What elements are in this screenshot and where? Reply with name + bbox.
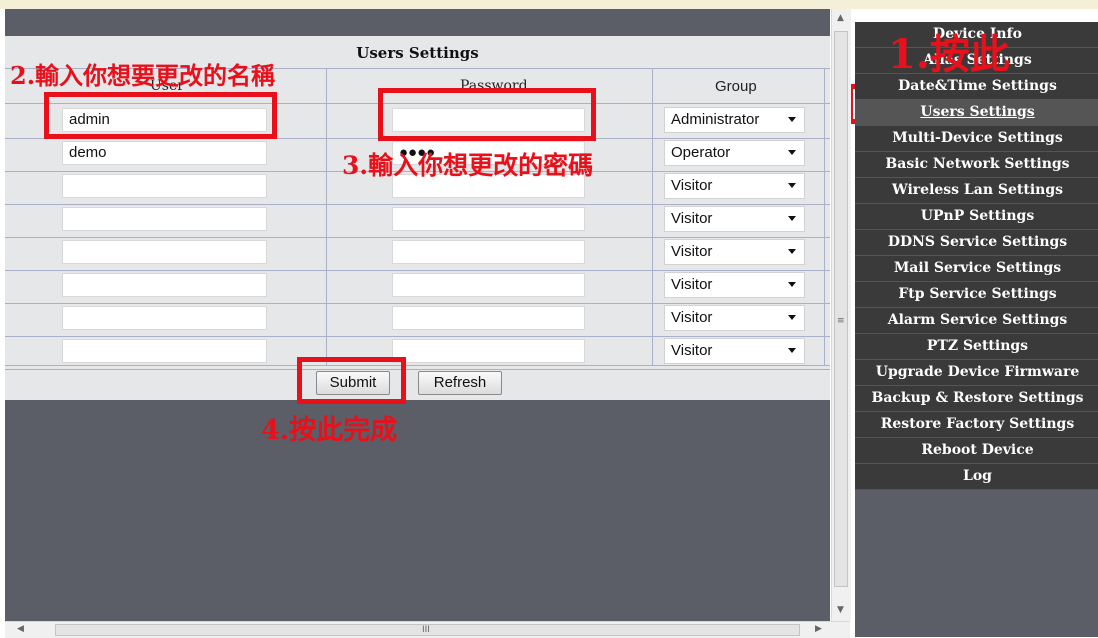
menu-item[interactable]: PTZ Settings xyxy=(855,334,1098,360)
group-select[interactable]: Visitor xyxy=(664,239,805,265)
scroll-right-icon[interactable]: ▶ xyxy=(815,624,822,634)
group-select-value: Operator xyxy=(671,144,731,161)
user-input[interactable] xyxy=(62,174,267,198)
annotation-step4: 4.按此完成 xyxy=(261,415,398,446)
scroll-left-icon[interactable]: ◀ xyxy=(17,624,24,634)
annotation-box-user xyxy=(44,92,277,139)
menu-item[interactable]: Basic Network Settings xyxy=(855,152,1098,178)
group-column-header: Group xyxy=(715,78,757,95)
group-select-value: Visitor xyxy=(671,276,713,293)
group-select-value: Visitor xyxy=(671,177,713,194)
horizontal-scrollbar[interactable]: ◀ III ▶ xyxy=(5,621,850,638)
menu-item[interactable]: UPnP Settings xyxy=(855,204,1098,230)
menu-item[interactable]: DDNS Service Settings xyxy=(855,230,1098,256)
menu-item[interactable]: Multi-Device Settings xyxy=(855,126,1098,152)
user-input[interactable]: demo xyxy=(62,141,267,165)
password-input[interactable] xyxy=(392,207,585,231)
top-strip xyxy=(0,0,1098,9)
group-select[interactable]: Operator xyxy=(664,140,805,166)
group-select-value: Visitor xyxy=(671,309,713,326)
row-divider xyxy=(5,303,830,304)
password-input[interactable] xyxy=(392,306,585,330)
group-select-value: Visitor xyxy=(671,243,713,260)
menu-item[interactable]: Restore Factory Settings xyxy=(855,412,1098,438)
user-input[interactable] xyxy=(62,306,267,330)
row-divider xyxy=(5,336,830,337)
chevron-down-icon xyxy=(788,150,796,155)
password-input[interactable] xyxy=(392,339,585,363)
menu-background xyxy=(855,490,1098,637)
divider xyxy=(824,69,825,365)
refresh-button[interactable]: Refresh xyxy=(418,371,502,395)
chevron-down-icon xyxy=(788,348,796,353)
group-select-value: Visitor xyxy=(671,210,713,227)
group-select[interactable]: Administrator xyxy=(664,107,805,133)
menu-item[interactable]: Ftp Service Settings xyxy=(855,282,1098,308)
horizontal-scroll-thumb[interactable]: III xyxy=(55,624,800,636)
menu-item[interactable]: Backup & Restore Settings xyxy=(855,386,1098,412)
row-divider xyxy=(5,270,830,271)
divider xyxy=(326,69,327,365)
user-input[interactable] xyxy=(62,207,267,231)
group-select[interactable]: Visitor xyxy=(664,272,805,298)
menu-item[interactable]: Log xyxy=(855,464,1098,490)
row-divider xyxy=(5,369,830,370)
settings-menu: Device Info Alias Settings Date&Time Setti… xyxy=(855,22,1098,516)
group-select[interactable]: Visitor xyxy=(664,206,805,232)
divider xyxy=(652,69,653,365)
divider xyxy=(5,365,830,366)
user-input[interactable] xyxy=(62,273,267,297)
user-input[interactable] xyxy=(62,339,267,363)
chevron-down-icon xyxy=(788,216,796,221)
menu-item[interactable]: Reboot Device xyxy=(855,438,1098,464)
chevron-down-icon xyxy=(788,117,796,122)
menu-item[interactable]: Alarm Service Settings xyxy=(855,308,1098,334)
annotation-box-password xyxy=(378,88,596,141)
chevron-down-icon xyxy=(788,249,796,254)
scroll-grip-icon: III xyxy=(422,625,430,635)
scroll-up-icon[interactable]: ▲ xyxy=(837,13,844,23)
scroll-grip-icon: ≡ xyxy=(837,316,845,326)
menu-item[interactable]: Wireless Lan Settings xyxy=(855,178,1098,204)
password-input[interactable] xyxy=(392,240,585,264)
group-select-value: Administrator xyxy=(671,111,760,128)
row-divider xyxy=(5,237,830,238)
menu-item[interactable]: Mail Service Settings xyxy=(855,256,1098,282)
annotation-step1: 1.按此 xyxy=(888,31,1010,78)
menu-item[interactable]: Users Settings xyxy=(855,100,1098,126)
group-select-value: Visitor xyxy=(671,342,713,359)
password-input[interactable] xyxy=(392,273,585,297)
menu-item[interactable]: Upgrade Device Firmware xyxy=(855,360,1098,386)
chevron-down-icon xyxy=(788,282,796,287)
chevron-down-icon xyxy=(788,183,796,188)
annotation-step3: 3.輸入你想更改的密碼 xyxy=(342,151,594,180)
user-input[interactable] xyxy=(62,240,267,264)
annotation-step2: 2.輸入你想要更改的名稱 xyxy=(10,61,276,90)
chevron-down-icon xyxy=(788,315,796,320)
group-select[interactable]: Visitor xyxy=(664,173,805,199)
scroll-down-icon[interactable]: ▼ xyxy=(837,605,844,615)
group-select[interactable]: Visitor xyxy=(664,305,805,331)
group-select[interactable]: Visitor xyxy=(664,338,805,364)
row-divider xyxy=(5,204,830,205)
vertical-scrollbar[interactable]: ▲ ≡ ▼ xyxy=(831,9,851,621)
vertical-scroll-thumb[interactable]: ≡ xyxy=(834,31,848,587)
annotation-box-submit xyxy=(297,357,406,404)
